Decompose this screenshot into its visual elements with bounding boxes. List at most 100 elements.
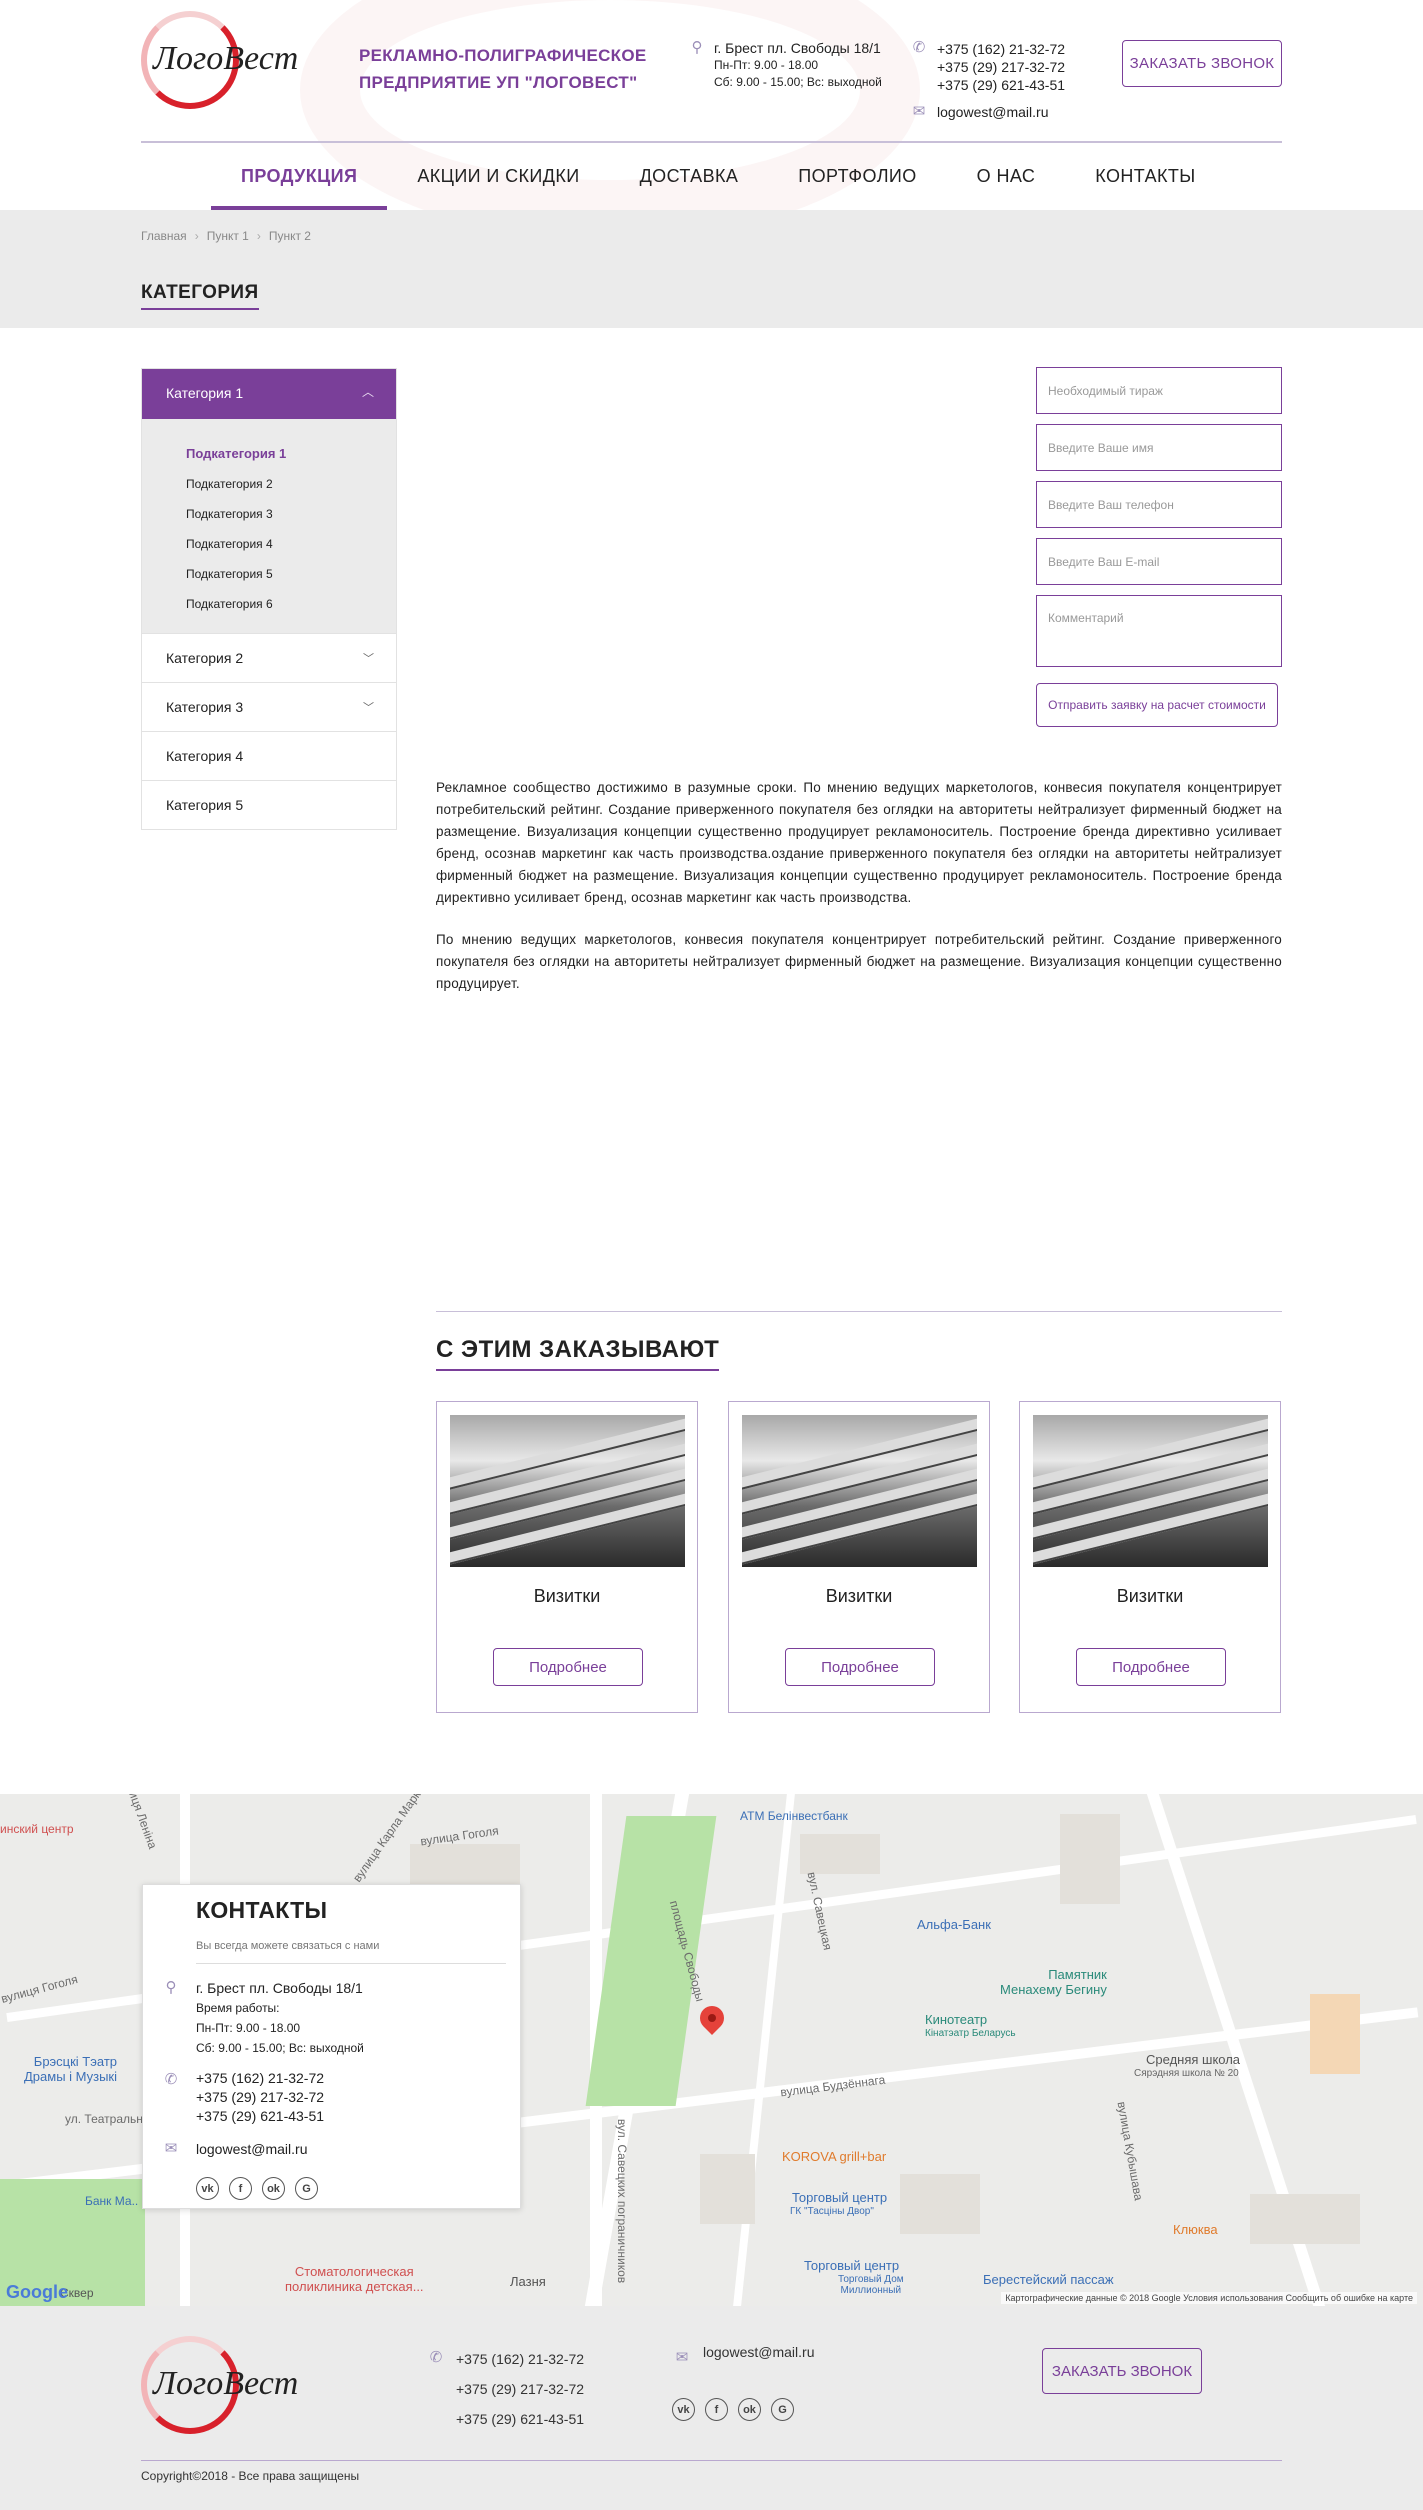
map-poi-mall-1[interactable]: Торговый центр — [792, 2190, 887, 2205]
map-poi-monument[interactable]: Памятник Менахему Бегину — [1000, 1967, 1107, 1997]
title-band: Главная › Пункт 1 › Пункт 2 КАТЕГОРИЯ — [0, 210, 1423, 328]
header-email[interactable]: logowest@mail.ru — [937, 104, 1048, 122]
header-email-text[interactable]: logowest@mail.ru — [937, 104, 1048, 120]
map-poi-klyukva[interactable]: Клюква — [1173, 2222, 1218, 2237]
logo[interactable]: ЛогоВест — [141, 8, 311, 109]
sidebar-item-label: Категория 1 — [166, 385, 244, 401]
details-button[interactable]: Подробнее — [493, 1648, 643, 1686]
google-logo: Google — [6, 2282, 68, 2302]
map-poi-alfa-bank[interactable]: Альфа-Банк — [917, 1917, 991, 1932]
product-card[interactable]: Визитки Подробнее — [728, 1401, 990, 1713]
sidebar-item-category-2[interactable]: Категория 2 ﹀ — [142, 633, 396, 682]
submit-quote-button[interactable]: Отправить заявку на расчет стоимости — [1036, 683, 1278, 727]
vk-icon[interactable]: vk — [672, 2398, 695, 2421]
nav-item-about[interactable]: О НАС — [947, 150, 1066, 210]
subcategory-item-5[interactable]: Подкатегория 5 — [186, 559, 396, 589]
company-name-line2: ПРЕДПРИЯТИЕ УП "ЛОГОВЕСТ" — [359, 73, 638, 92]
map-poi-cinema[interactable]: Кинотеатр — [925, 2012, 987, 2027]
map-poi-bank[interactable]: Банк Ма.. — [85, 2194, 138, 2208]
google-plus-icon[interactable]: G — [771, 2398, 794, 2421]
product-image[interactable] — [1033, 1415, 1268, 1567]
product-card[interactable]: Визитки Подробнее — [436, 1401, 698, 1713]
details-button[interactable]: Подробнее — [785, 1648, 935, 1686]
details-button[interactable]: Подробнее — [1076, 1648, 1226, 1686]
contacts-title: КОНТАКТЫ — [196, 1897, 328, 1923]
map-poi-clinic[interactable]: Стоматологическая поликлиника детская... — [285, 2264, 424, 2294]
contacts-phone-3[interactable]: +375 (29) 621-43-51 — [196, 2107, 324, 2126]
map-road — [733, 1794, 795, 2306]
contacts-phone-2[interactable]: +375 (29) 217-32-72 — [196, 2088, 324, 2107]
copyright: Copyright©2018 - Все права защищены — [141, 2469, 360, 2483]
product-image[interactable] — [742, 1415, 977, 1567]
contacts-social: vk f ok G — [196, 2177, 318, 2200]
map-block — [900, 2174, 980, 2234]
contacts-divider — [196, 1963, 506, 1964]
map-poi-mall-1-sub: ГК "Тасціны Двор" — [790, 2206, 874, 2217]
subcategory-item-3[interactable]: Подкатегория 3 — [186, 499, 396, 529]
footer-logo[interactable]: ЛогоВест — [141, 2333, 311, 2434]
order-call-button[interactable]: ЗАКАЗАТЬ ЗВОНОК — [1122, 40, 1282, 87]
footer-phone-3[interactable]: +375 (29) 621-43-51 — [456, 2404, 584, 2434]
mail-icon: ✉ — [675, 2349, 689, 2366]
map-poi-cinema-sub: Кінатэатр Беларусь — [925, 2028, 1016, 2039]
vk-icon[interactable]: vk — [196, 2177, 219, 2200]
odnoklassniki-icon[interactable]: ok — [262, 2177, 285, 2200]
map-poi-lazna[interactable]: Лазня — [510, 2274, 546, 2289]
map-poi-passage[interactable]: Берестейский пассаж — [983, 2272, 1114, 2287]
subcategory-item-1[interactable]: Подкатегория 1 — [186, 439, 396, 469]
header-phone-2[interactable]: +375 (29) 217-32-72 — [937, 58, 1065, 76]
location-map[interactable]: вулиця Леніна вулица Гоголя вулица Карла… — [0, 1794, 1423, 2306]
facebook-icon[interactable]: f — [705, 2398, 728, 2421]
footer-email[interactable]: logowest@mail.ru — [703, 2344, 814, 2360]
subcategory-item-6[interactable]: Подкатегория 6 — [186, 589, 396, 619]
map-poi-mall-2[interactable]: Торговый центр — [804, 2258, 899, 2273]
product-name: Визитки — [825, 1586, 893, 1606]
related-divider — [436, 1311, 1282, 1312]
header-phone-1[interactable]: +375 (162) 21-32-72 — [937, 40, 1065, 58]
nav-item-promotions[interactable]: АКЦИИ И СКИДКИ — [387, 150, 609, 210]
header-phones: +375 (162) 21-32-72 +375 (29) 217-32-72 … — [937, 40, 1065, 94]
phone-icon: ✆ — [912, 39, 926, 56]
subcategory-item-2[interactable]: Подкатегория 2 — [186, 469, 396, 499]
contacts-address-block: г. Брест пл. Свободы 18/1 Время работы: … — [196, 1978, 364, 2058]
site-footer: ЛогоВест ✆ +375 (162) 21-32-72 +375 (29)… — [0, 2306, 1423, 2510]
breadcrumb-item-1[interactable]: Пункт 1 — [207, 229, 249, 243]
sidebar-item-category-3[interactable]: Категория 3 ﹀ — [142, 682, 396, 731]
subcategory-item-4[interactable]: Подкатегория 4 — [186, 529, 396, 559]
mail-icon: ✉ — [912, 103, 926, 120]
chevron-up-icon: ︿ — [361, 385, 374, 399]
map-poi-korova[interactable]: KOROVA grill+bar — [782, 2149, 886, 2164]
product-image[interactable] — [450, 1415, 685, 1567]
contacts-phone-1[interactable]: +375 (162) 21-32-72 — [196, 2069, 324, 2088]
map-pin-icon[interactable] — [695, 2001, 729, 2035]
name-field[interactable]: Введите Ваше имя — [1036, 424, 1282, 471]
contacts-email[interactable]: logowest@mail.ru — [196, 2139, 307, 2159]
facebook-icon[interactable]: f — [229, 2177, 252, 2200]
comment-field[interactable]: Комментарий — [1036, 595, 1282, 667]
map-poi-centre[interactable]: инский центр — [0, 1822, 74, 1836]
map-attribution[interactable]: Картографические данные © 2018 Google Ус… — [1001, 2292, 1417, 2304]
map-poi-theatre[interactable]: Брэсцкі Тэатр Драмы і Музыкі — [24, 2054, 117, 2084]
sidebar-item-label: Категория 3 — [166, 699, 244, 715]
product-card[interactable]: Визитки Подробнее — [1019, 1401, 1281, 1713]
map-poi-school[interactable]: Средняя школа — [1146, 2052, 1240, 2067]
sidebar-item-category-4[interactable]: Категория 4 — [142, 731, 396, 780]
breadcrumb-home[interactable]: Главная — [141, 229, 187, 243]
map-poi-atm[interactable]: ATM Белінвестбанк — [740, 1809, 848, 1823]
sidebar-item-category-5[interactable]: Категория 5 — [142, 780, 396, 829]
phone-field[interactable]: Введите Ваш телефон — [1036, 481, 1282, 528]
footer-order-call-button[interactable]: ЗАКАЗАТЬ ЗВОНОК — [1042, 2348, 1202, 2394]
nav-item-delivery[interactable]: ДОСТАВКА — [610, 150, 769, 210]
email-field[interactable]: Введите Ваш E-mail — [1036, 538, 1282, 585]
footer-phone-2[interactable]: +375 (29) 217-32-72 — [456, 2374, 584, 2404]
footer-phone-1[interactable]: +375 (162) 21-32-72 — [456, 2344, 584, 2374]
google-plus-icon[interactable]: G — [295, 2177, 318, 2200]
nav-item-contacts[interactable]: КОНТАКТЫ — [1065, 150, 1225, 210]
header-phone-3[interactable]: +375 (29) 621-43-51 — [937, 76, 1065, 94]
nav-item-portfolio[interactable]: ПОРТФОЛИО — [768, 150, 946, 210]
nav-item-products[interactable]: ПРОДУКЦИЯ — [211, 150, 388, 210]
sidebar-item-category-1[interactable]: Категория 1 ︿ — [142, 369, 396, 419]
company-name-line1: РЕКЛАМНО-ПОЛИГРАФИЧЕСКОЕ — [359, 46, 647, 65]
odnoklassniki-icon[interactable]: ok — [738, 2398, 761, 2421]
circulation-field[interactable]: Необходимый тираж — [1036, 367, 1282, 414]
